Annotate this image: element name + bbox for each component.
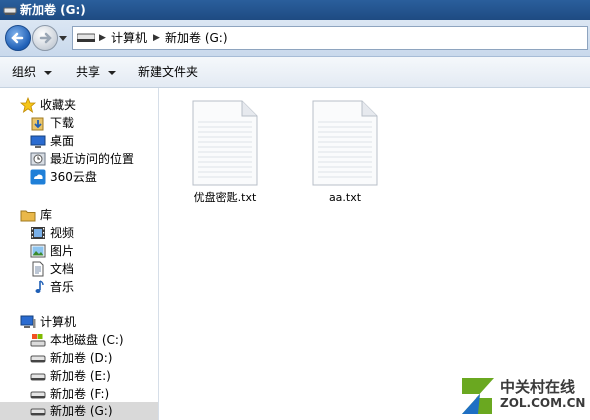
nav-libraries[interactable]: 库	[0, 206, 158, 224]
nav-item-desktop[interactable]: 桌面	[0, 132, 158, 150]
zol-logo-icon	[462, 378, 494, 414]
desktop-icon	[30, 135, 46, 148]
title-bar: 新加卷 (G:)	[0, 0, 590, 20]
text-file-icon	[192, 100, 258, 186]
library-folder-icon	[20, 210, 36, 222]
file-item[interactable]: 优盘密匙.txt	[175, 100, 265, 210]
nav-item-360-cloud[interactable]: 360云盘	[0, 168, 158, 186]
nav-item-drive-g[interactable]: 新加卷 (G:)	[0, 402, 158, 420]
nav-item-drive-e[interactable]: 新加卷 (E:)	[0, 367, 158, 385]
watermark-cn: 中关村在线	[500, 378, 576, 396]
nav-item-label: 新加卷 (D:)	[50, 351, 113, 365]
file-name: 优盘密匙.txt	[193, 191, 257, 204]
nav-item-label: 图片	[50, 244, 75, 258]
drive-icon	[30, 408, 46, 416]
file-name: aa.txt	[328, 191, 362, 204]
breadcrumb-current-drive[interactable]: 新加卷 (G:)	[165, 30, 228, 46]
video-library-icon	[31, 227, 45, 239]
organize-menu[interactable]: 组织	[12, 64, 53, 80]
nav-item-label: 360云盘	[50, 170, 97, 184]
address-bar[interactable]: ▶ 计算机 ▶ 新加卷 (G:)	[72, 26, 588, 50]
nav-item-label: 新加卷 (F:)	[50, 387, 110, 401]
nav-item-documents[interactable]: 文档	[0, 260, 158, 278]
star-icon	[20, 97, 36, 113]
document-library-icon	[32, 261, 44, 277]
drive-icon	[30, 391, 46, 399]
share-menu[interactable]: 共享	[76, 64, 117, 80]
breadcrumb-computer[interactable]: 计算机	[111, 30, 147, 46]
nav-item-label: 新加卷 (G:)	[50, 404, 113, 418]
nav-item-label: 音乐	[50, 280, 75, 294]
breadcrumb-separator[interactable]: ▶	[99, 30, 106, 46]
nav-item-label: 新加卷 (E:)	[50, 369, 111, 383]
nav-item-videos[interactable]: 视频	[0, 224, 158, 242]
breadcrumb-separator[interactable]: ▶	[153, 30, 160, 46]
downloads-folder-icon	[31, 117, 44, 131]
picture-library-icon	[30, 244, 46, 258]
back-button[interactable]	[5, 25, 31, 51]
nav-item-label: 本地磁盘 (C:)	[50, 333, 124, 347]
window-title: 新加卷 (G:)	[20, 3, 86, 17]
recent-pages-dropdown[interactable]	[59, 34, 67, 42]
nav-item-label: 桌面	[50, 134, 75, 148]
address-row: ▶ 计算机 ▶ 新加卷 (G:)	[0, 20, 590, 57]
drive-icon	[77, 33, 95, 42]
nav-item-label: 视频	[50, 226, 75, 240]
text-file-icon	[312, 100, 378, 186]
nav-item-label: 文档	[50, 262, 75, 276]
computer-icon	[20, 315, 36, 328]
nav-computer-label: 计算机	[40, 315, 77, 329]
watermark-en: ZOL.COM.CN	[500, 396, 586, 410]
arrow-right-icon	[39, 32, 52, 44]
nav-item-music[interactable]: 音乐	[0, 278, 158, 296]
file-list[interactable]: 优盘密匙.txt aa.txt	[159, 88, 590, 420]
file-item[interactable]: aa.txt	[295, 100, 385, 210]
drive-icon	[30, 373, 46, 381]
recent-places-icon	[30, 152, 46, 166]
chevron-down-icon	[44, 70, 53, 75]
nav-item-drive-d[interactable]: 新加卷 (D:)	[0, 349, 158, 367]
command-bar: 组织 共享 新建文件夹	[0, 57, 590, 88]
nav-item-pictures[interactable]: 图片	[0, 242, 158, 260]
new-folder-button[interactable]: 新建文件夹	[138, 64, 198, 80]
nav-item-label: 下载	[50, 116, 75, 130]
zol-watermark: 中关村在线 ZOL.COM.CN	[458, 374, 588, 418]
nav-item-label: 最近访问的位置	[50, 152, 135, 166]
nav-item-recent-places[interactable]: 最近访问的位置	[0, 150, 158, 168]
share-label: 共享	[76, 65, 101, 79]
drive-icon	[30, 355, 46, 363]
nav-item-drive-f[interactable]: 新加卷 (F:)	[0, 385, 158, 403]
nav-libraries-label: 库	[40, 208, 53, 222]
cloud-drive-icon	[30, 169, 46, 185]
system-drive-icon	[30, 334, 46, 347]
nav-item-drive-c[interactable]: 本地磁盘 (C:)	[0, 331, 158, 349]
nav-favorites-label: 收藏夹	[40, 98, 77, 112]
nav-item-downloads[interactable]: 下载	[0, 114, 158, 132]
music-library-icon	[35, 280, 44, 293]
nav-computer[interactable]: 计算机	[0, 313, 158, 331]
forward-button[interactable]	[32, 25, 58, 51]
arrow-left-icon	[11, 32, 24, 44]
chevron-down-icon	[108, 70, 117, 75]
drive-icon	[3, 7, 17, 15]
organize-label: 组织	[12, 65, 37, 79]
nav-favorites[interactable]: 收藏夹	[0, 96, 158, 114]
navigation-pane: 收藏夹 下载 桌面 最近访问的位置 360云盘 库 视频 图片 文档 音乐 计算…	[0, 88, 159, 420]
